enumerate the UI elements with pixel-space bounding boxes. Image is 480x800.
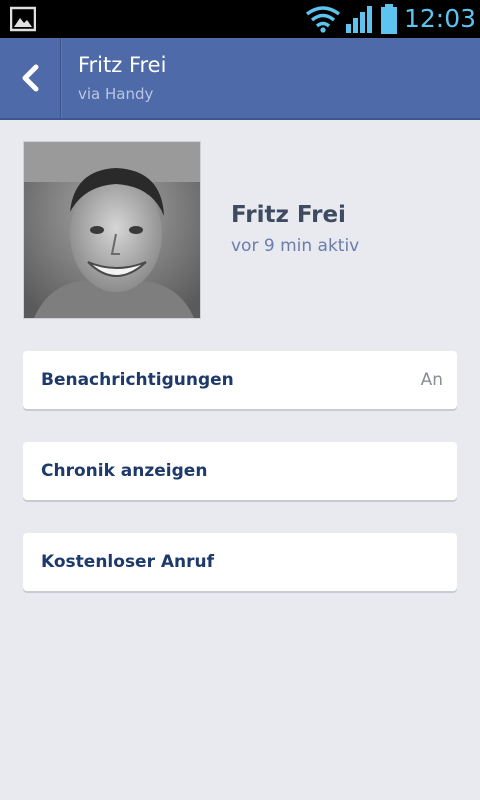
signal-icon	[346, 6, 372, 33]
view-timeline-option[interactable]: Chronik anzeigen	[23, 442, 457, 500]
status-time: 12:03	[404, 4, 477, 33]
free-call-option[interactable]: Kostenloser Anruf	[23, 533, 457, 591]
notifications-value: An	[420, 370, 443, 390]
page-title: Fritz Frei	[78, 53, 167, 77]
notifications-option[interactable]: Benachrichtigungen An	[23, 351, 457, 409]
wifi-icon	[305, 6, 341, 33]
gallery-icon	[10, 6, 36, 32]
profile-name: Fritz Frei	[231, 202, 346, 228]
chevron-left-icon	[22, 64, 39, 92]
activity-status: vor 9 min aktiv	[231, 236, 360, 256]
battery-icon	[381, 4, 397, 34]
app-header: Fritz Frei via Handy	[0, 38, 480, 120]
status-bar: 12:03	[0, 0, 480, 38]
back-button[interactable]	[0, 38, 61, 118]
profile-photo	[24, 142, 200, 318]
view-timeline-label: Chronik anzeigen	[41, 461, 208, 481]
page-subtitle: via Handy	[78, 85, 154, 103]
notifications-label: Benachrichtigungen	[41, 370, 234, 390]
avatar[interactable]	[23, 141, 201, 319]
free-call-label: Kostenloser Anruf	[41, 552, 215, 572]
